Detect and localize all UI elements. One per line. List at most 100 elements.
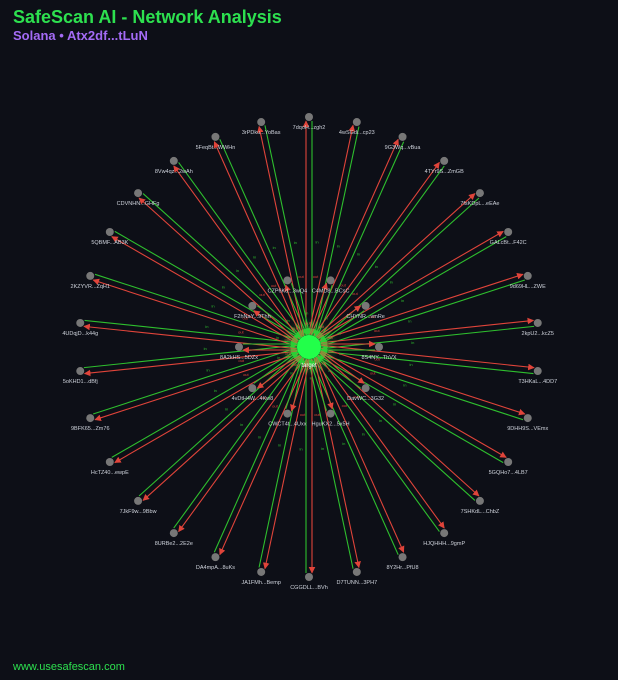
inner-wallet-node-2[interactable]	[375, 343, 383, 351]
outer-outgoing-edge-label-15: out	[314, 412, 320, 417]
inner-incoming-edge-label-2: in	[339, 351, 342, 356]
outer-wallet-node-14[interactable]	[352, 567, 361, 576]
outer-incoming-edge-label-9: in	[403, 383, 406, 388]
outer-incoming-edge-label-0: in	[315, 240, 318, 245]
outer-wallet-label-18: 8URBe2...2E2e	[155, 541, 193, 547]
outer-wallet-label-11: 7SHKdL...ChbZ	[461, 509, 500, 515]
outer-incoming-edge-label-23: in	[205, 324, 208, 329]
outer-wallet-node-28[interactable]	[211, 132, 220, 141]
inner-wallet-node-1[interactable]	[361, 301, 370, 310]
outer-incoming-edge-label-29: in	[294, 240, 297, 245]
outer-wallet-node-9[interactable]	[523, 414, 532, 423]
outer-wallet-node-15[interactable]	[305, 573, 313, 581]
inner-wallet-node-7[interactable]	[235, 343, 243, 351]
outer-wallet-node-26[interactable]	[134, 189, 143, 198]
outer-incoming-edge-10	[317, 355, 504, 464]
inner-wallet-label-5: CWCT4t...4Uxx	[268, 422, 306, 428]
inner-wallet-node-9[interactable]	[283, 276, 292, 285]
outer-wallet-label-25: 5QBMF...AB3K	[91, 240, 128, 246]
outer-incoming-edge-label-16: in	[278, 443, 281, 448]
outer-incoming-edge-label-28: in	[273, 245, 276, 250]
outer-outgoing-edge-label-7: out	[374, 328, 380, 333]
outer-wallet-node-10[interactable]	[504, 458, 513, 466]
inner-wallet-label-8: F2hNaY...9Thh	[234, 314, 271, 320]
outer-wallet-node-29[interactable]	[257, 118, 266, 127]
outer-wallet-node-25[interactable]	[105, 228, 114, 236]
network-graph[interactable]: in out in out in out in out in out in out in out in out…	[0, 0, 618, 680]
outer-incoming-edge-label-5: in	[401, 298, 404, 303]
outer-wallet-node-20[interactable]	[105, 458, 114, 466]
outer-wallet-node-6[interactable]	[523, 271, 532, 280]
outer-outgoing-edge-label-18: out	[272, 404, 278, 409]
outer-outgoing-edge-label-0: out	[298, 274, 304, 279]
outer-wallet-node-23[interactable]	[76, 318, 85, 327]
outer-wallet-node-8[interactable]	[533, 367, 542, 376]
outer-wallet-node-19[interactable]	[134, 496, 143, 505]
outer-wallet-node-17[interactable]	[211, 553, 220, 562]
inner-wallet-node-8[interactable]	[248, 301, 257, 310]
inner-wallet-label-9: CZP6Kd...3wQ4	[267, 288, 307, 294]
outer-incoming-edge-label-20: in	[214, 388, 217, 393]
outer-wallet-label-1: 4wSGdi...cp23	[339, 130, 375, 136]
inner-wallet-node-6[interactable]	[248, 384, 257, 393]
outer-wallet-node-2[interactable]	[398, 132, 407, 141]
outer-outgoing-edge-1	[308, 124, 356, 335]
center-node[interactable]	[297, 335, 321, 359]
inner-wallet-node-3[interactable]	[361, 384, 370, 393]
outer-incoming-edge-4	[319, 197, 480, 342]
outer-wallet-label-23: 4UDqjD...k44g	[62, 331, 98, 337]
outer-incoming-edge-label-13: in	[342, 441, 345, 446]
inner-incoming-edge-label-9: in	[305, 311, 308, 316]
outer-wallet-node-1[interactable]	[352, 118, 361, 127]
outer-wallet-label-21: 9BFK65...Zm76	[71, 426, 110, 432]
outer-outgoing-edge-label-3: out	[340, 282, 346, 287]
outer-wallet-label-8: T3HKaL...4DD7	[518, 379, 557, 385]
inner-wallet-label-4: HguKX2...5x5H	[312, 422, 350, 428]
outer-wallet-node-11[interactable]	[475, 496, 484, 505]
outer-outgoing-edge-label-13: out	[342, 403, 348, 408]
inner-incoming-edge-label-1: in	[338, 331, 341, 336]
outer-wallet-label-16: JA1FMh...Bemp	[241, 580, 280, 586]
outer-incoming-edge-label-11: in	[379, 418, 382, 423]
outer-wallet-node-27[interactable]	[169, 156, 178, 165]
outer-wallet-label-15: CGGDLL...BVh	[290, 585, 328, 591]
outer-wallet-node-13[interactable]	[398, 553, 407, 562]
outer-incoming-edge-label-1: in	[337, 243, 340, 248]
outer-wallet-node-4[interactable]	[475, 189, 484, 198]
outer-wallet-label-9: 9DHH9S...VEmx	[507, 426, 548, 432]
outer-wallet-node-24[interactable]	[86, 271, 95, 280]
inner-wallet-node-5[interactable]	[283, 409, 292, 418]
outer-wallet-label-6: 9d69HL...ZWE	[510, 284, 546, 290]
outer-wallet-node-0[interactable]	[305, 113, 313, 121]
inner-wallet-label-0: C4MD8...BCsC	[312, 288, 350, 294]
outer-wallet-label-12: HJQHHH...9gmP	[423, 541, 465, 547]
outer-wallet-node-21[interactable]	[86, 414, 95, 423]
center-node-label: target	[301, 363, 317, 369]
outer-wallet-label-29: 3rPDku...YoBas	[242, 130, 281, 136]
outer-incoming-edge-label-8: in	[410, 362, 413, 367]
outer-incoming-edge-label-2: in	[357, 252, 360, 257]
inner-wallet-label-1: CHYNR...vmRe	[346, 314, 385, 320]
outer-wallet-node-16[interactable]	[257, 567, 266, 576]
inner-wallet-node-0[interactable]	[326, 276, 335, 285]
outer-outgoing-edge-label-27: out	[259, 292, 265, 297]
outer-incoming-edge-label-3: in	[375, 264, 378, 269]
outer-outgoing-edge-label-24: out	[238, 329, 244, 334]
outer-wallet-node-12[interactable]	[440, 529, 449, 538]
outer-wallet-label-14: D7TUNN...3PH7	[336, 580, 377, 586]
inner-wallet-node-4[interactable]	[326, 409, 335, 418]
outer-incoming-edge-label-21: in	[207, 367, 210, 372]
inner-wallet-label-3: DavWC...3G32	[347, 396, 384, 402]
outer-wallet-node-7[interactable]	[533, 318, 542, 327]
outer-incoming-edge-label-25: in	[222, 284, 225, 289]
outer-wallet-node-3[interactable]	[440, 156, 449, 165]
outer-wallet-label-2: 9G3Wq...vBua	[385, 145, 422, 151]
outer-wallet-node-18[interactable]	[169, 529, 178, 538]
outer-incoming-edge-label-19: in	[225, 406, 228, 411]
outer-wallet-label-5: GALcBt...F42C	[490, 240, 527, 246]
footer-link[interactable]: www.usesafescan.com	[13, 661, 125, 673]
outer-wallet-label-27: 8Vw4qz...2wAh	[155, 169, 193, 175]
outer-wallet-node-5[interactable]	[504, 228, 513, 236]
outer-incoming-edge-label-14: in	[321, 446, 324, 451]
outer-wallet-node-22[interactable]	[76, 367, 85, 376]
